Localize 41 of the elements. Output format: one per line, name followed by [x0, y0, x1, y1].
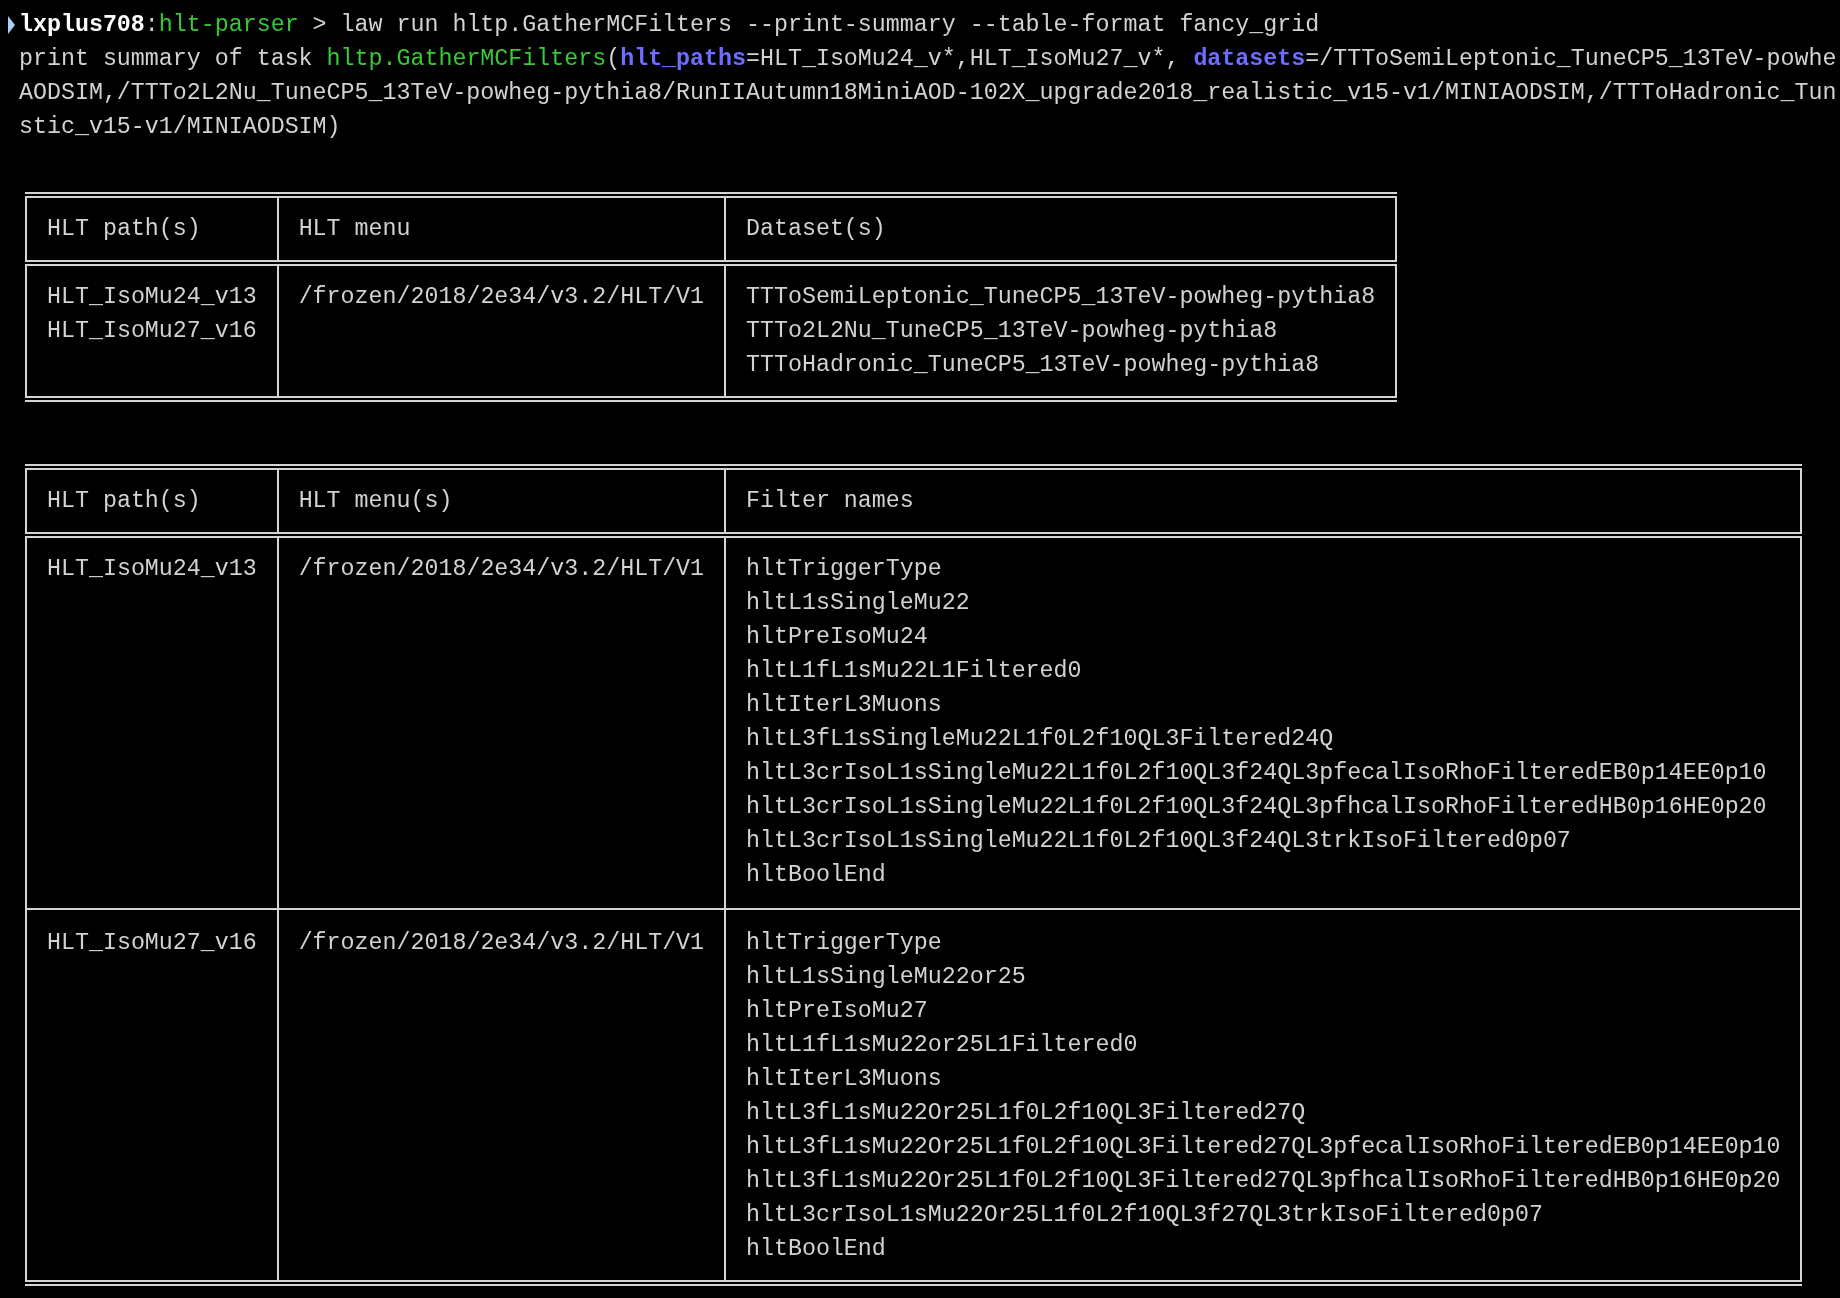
hlt-path: HLT_IsoMu27_v16 — [47, 929, 257, 958]
filter-name: hltPreIsoMu24 — [746, 623, 928, 652]
filter-name: hltTriggerType — [746, 929, 942, 958]
output-line: print summary of task hltp.GatherMCFilters(hlt_paths=HLT_IsoMu24_v*,HLT_IsoMu27_v*, datasets=/TTToSemiLeptonic_TuneCP5_13TeV-powhe — [19, 45, 1837, 74]
dataset-name: TTToSemiLeptonic_TuneCP5_13TeV-powheg-pythia8 — [746, 283, 1376, 312]
column-header: HLT menu(s) — [298, 488, 453, 514]
filter-name: hltL3fL1sMu22Or25L1f0L2f10QL3Filtered27QL3pfecalIsoRhoFilteredEB0p14EE0p10 — [746, 1133, 1781, 1162]
column-header: Filter names — [746, 488, 914, 514]
filter-name: hltL1fL1sMu22L1Filtered0 — [746, 657, 1082, 686]
dataset-name: TTToHadronic_TuneCP5_13TeV-powheg-pythia8 — [746, 351, 1320, 380]
filter-name: hltIterL3Muons — [746, 1065, 942, 1094]
prompt-triangle-icon — [8, 16, 15, 34]
filter-name: hltL3fL1sSingleMu22L1f0L2f10QL3Filtered24Q — [746, 725, 1334, 754]
filter-name: hltL3crIsoL1sSingleMu22L1f0L2f10QL3f24QL3trkIsoFiltered0p07 — [746, 827, 1571, 856]
filter-name: hltL3crIsoL1sSingleMu22L1f0L2f10QL3f24QL3pfhcalIsoRhoFilteredHB0p16HE0p20 — [746, 793, 1767, 822]
hlt-path: HLT_IsoMu24_v13 — [47, 283, 257, 312]
column-header: HLT path(s) — [47, 488, 201, 514]
menu-path: /frozen/2018/2e34/v3.2/HLT/V1 — [298, 929, 705, 958]
filter-name: hltL1sSingleMu22or25 — [746, 963, 1026, 992]
dataset-name: TTTo2L2Nu_TuneCP5_13TeV-powheg-pythia8 — [746, 317, 1278, 346]
column-header: HLT menu — [298, 216, 411, 242]
filter-name: hltL3fL1sMu22Or25L1f0L2f10QL3Filtered27QL3pfhcalIsoRhoFilteredHB0p16HE0p20 — [746, 1167, 1781, 1196]
menu-path: /frozen/2018/2e34/v3.2/HLT/V1 — [298, 283, 705, 312]
filter-name: hltBoolEnd — [746, 1235, 886, 1264]
command-line: lxplus708:hlt-parser > law run hltp.GatherMCFilters --print-summary --table-format fancy_grid — [19, 11, 1320, 40]
filter-name: hltBoolEnd — [746, 861, 886, 890]
hlt-path: HLT_IsoMu27_v16 — [47, 317, 257, 346]
filter-name: hltL3crIsoL1sMu22Or25L1f0L2f10QL3f27QL3trkIsoFiltered0p07 — [746, 1201, 1543, 1230]
output-line: AODSIM,/TTTo2L2Nu_TuneCP5_13TeV-powheg-pythia8/RunIIAutumn18MiniAOD-102X_upgrade2018_realistic_v15-v1/MINIAODSIM,/TTToHadronic_Tun — [19, 79, 1837, 108]
filter-name: hltIterL3Muons — [746, 691, 942, 720]
filter-name: hltTriggerType — [746, 555, 942, 584]
output-line: stic_v15-v1/MINIAODSIM) — [19, 113, 341, 142]
filter-name: hltPreIsoMu27 — [746, 997, 928, 1026]
column-header: HLT path(s) — [47, 216, 201, 242]
filter-name: hltL1fL1sMu22or25L1Filtered0 — [746, 1031, 1138, 1060]
filter-name: hltL3fL1sMu22Or25L1f0L2f10QL3Filtered27Q — [746, 1099, 1306, 1128]
filter-name: hltL3crIsoL1sSingleMu22L1f0L2f10QL3f24QL3pfecalIsoRhoFilteredEB0p14EE0p10 — [746, 759, 1767, 788]
column-header: Dataset(s) — [746, 216, 886, 242]
filter-name: hltL1sSingleMu22 — [746, 589, 970, 618]
menu-path: /frozen/2018/2e34/v3.2/HLT/V1 — [298, 555, 705, 584]
hlt-path: HLT_IsoMu24_v13 — [47, 555, 257, 584]
